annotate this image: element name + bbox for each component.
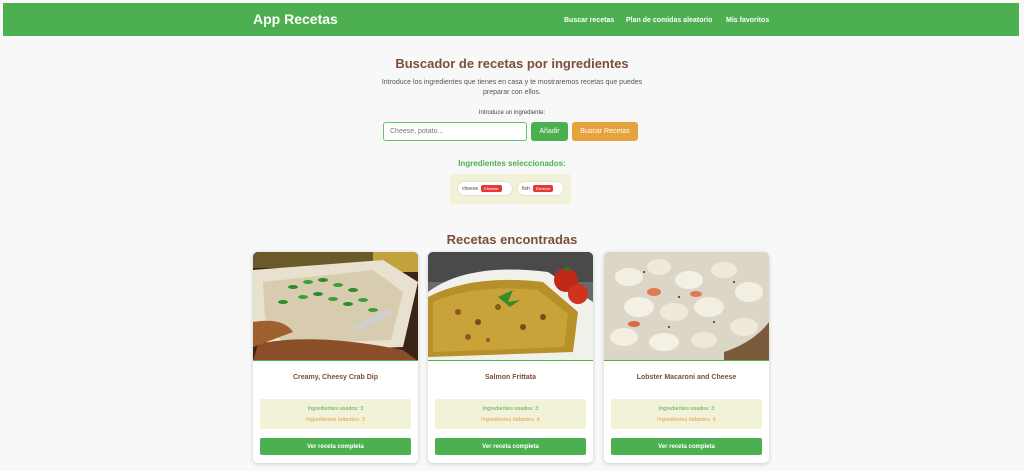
app-title[interactable]: App Recetas	[253, 11, 338, 27]
recipe-card: Creamy, Cheesy Crab Dip Ingredientes usa…	[253, 252, 418, 463]
recipe-ingredient-stats: Ingredientes usados: 3 Ingredientes falt…	[611, 399, 762, 429]
view-recipe-button[interactable]: Ver receta completa	[260, 438, 411, 455]
ingredient-chip-label: cheese	[462, 185, 479, 192]
recipe-image[interactable]	[253, 252, 418, 361]
used-ingredients-count: Ingredientes usados: 3	[482, 406, 539, 412]
remove-ingredient-button[interactable]: Eliminar	[481, 185, 502, 192]
recipe-card: Lobster Macaroni and Cheese Ingredientes…	[604, 252, 769, 463]
page-title: Buscador de recetas por ingredientes	[395, 56, 629, 71]
used-ingredients-count: Ingredientes usados: 3	[307, 406, 364, 412]
recipe-card: Salmon Frittata Ingredientes usados: 3 I…	[428, 252, 593, 463]
ingredient-chip: fish Eliminar	[518, 182, 563, 195]
navbar: App Recetas Buscar recetas Plan de comid…	[3, 3, 1019, 36]
ingredient-chip: cheese Eliminar	[458, 182, 512, 195]
recipe-ingredient-stats: Ingredientes usados: 3 Ingredientes falt…	[260, 399, 411, 429]
missing-ingredients-count: Ingredientes faltantes: 6	[657, 417, 716, 423]
missing-ingredients-count: Ingredientes faltantes: 3	[306, 417, 365, 423]
used-ingredients-count: Ingredientes usados: 3	[658, 406, 715, 412]
selected-ingredients-list: cheese Eliminar fish Eliminar	[450, 174, 571, 204]
remove-ingredient-button[interactable]: Eliminar	[532, 185, 554, 192]
ingredient-chip-label: fish	[522, 185, 530, 192]
selected-ingredients-title: Ingredientes seleccionados:	[458, 159, 566, 168]
ingredient-input-label: Introduce un ingrediente:	[478, 110, 546, 116]
recipe-image[interactable]	[428, 252, 593, 361]
results-title: Recetas encontradas	[446, 232, 578, 247]
intro-text: Introduce los ingredientes que tienes en…	[381, 79, 643, 96]
recipe-ingredient-stats: Ingredientes usados: 3 Ingredientes falt…	[435, 399, 586, 429]
nav-link-plan-comidas[interactable]: Plan de comidas aleatorio	[626, 17, 712, 24]
recipe-image[interactable]	[604, 252, 769, 361]
add-ingredient-button[interactable]: Añadir	[531, 122, 568, 141]
recipe-title: Salmon Frittata	[485, 374, 536, 381]
search-recipes-button[interactable]: Buscar Recetas	[572, 122, 638, 141]
view-recipe-button[interactable]: Ver receta completa	[435, 438, 586, 455]
ingredient-input[interactable]	[383, 122, 527, 141]
view-recipe-button[interactable]: Ver receta completa	[611, 438, 762, 455]
nav-link-buscar-recetas[interactable]: Buscar recetas	[564, 17, 614, 24]
nav-link-favoritos[interactable]: Mis favoritos	[726, 17, 769, 24]
recipe-title: Creamy, Cheesy Crab Dip	[292, 374, 379, 381]
recipe-title: Lobster Macaroni and Cheese	[636, 374, 737, 381]
missing-ingredients-count: Ingredientes faltantes: 4	[481, 417, 540, 423]
